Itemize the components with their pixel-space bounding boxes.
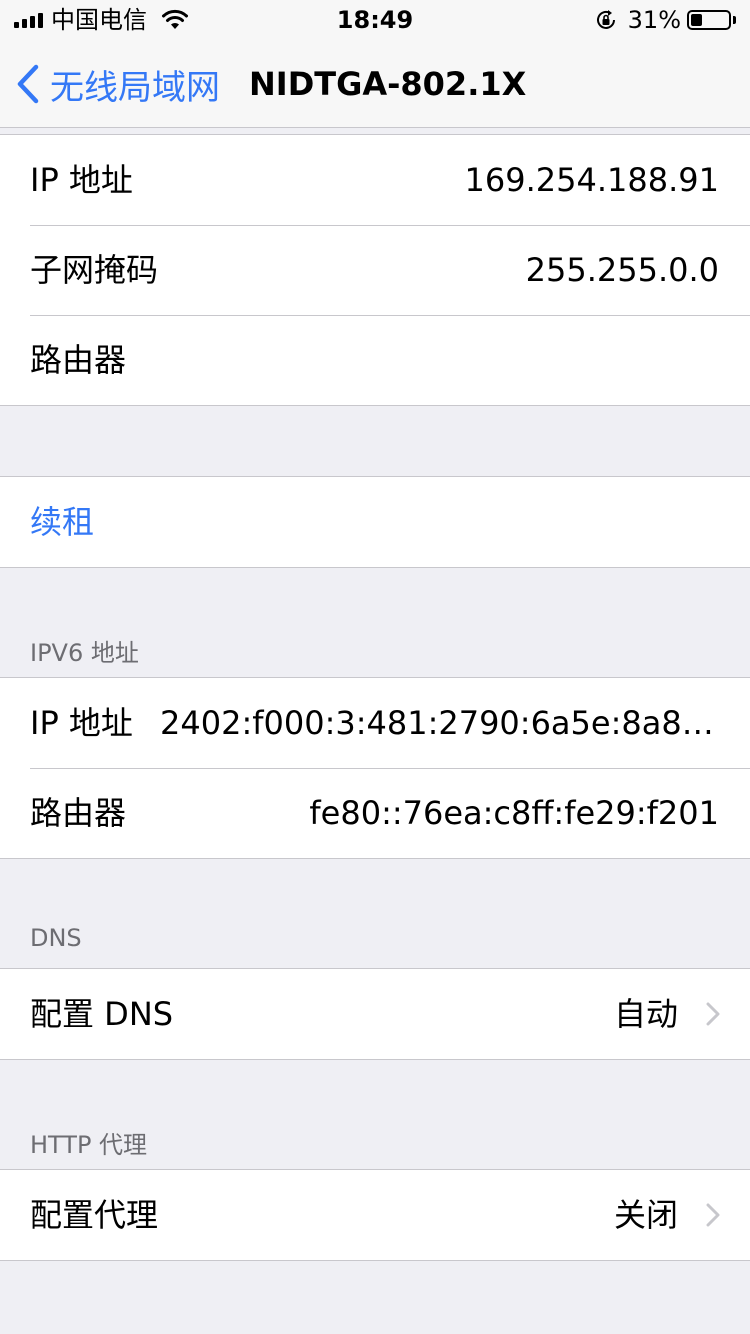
battery-level-fill (691, 14, 702, 26)
configure-dns-row[interactable]: 配置 DNS 自动 (0, 969, 750, 1059)
rotation-lock-icon (596, 10, 615, 29)
router-label: 路由器 (30, 341, 127, 379)
ipv6-ip-label: IP 地址 (30, 704, 133, 742)
ipv6-ip-value: 2402:f000:3:481:2790:6a5e:8a83:... (160, 704, 719, 742)
chevron-right-icon (706, 1203, 720, 1227)
ipv6-router-row[interactable]: 路由器 fe80::76ea:c8ff:fe29:f201 (0, 768, 750, 858)
ip-address-label: IP 地址 (30, 161, 133, 199)
battery-tip (733, 16, 736, 24)
renew-lease-label: 续租 (30, 503, 95, 541)
configure-dns-value: 自动 (613, 995, 678, 1033)
subnet-mask-row[interactable]: 子网掩码 255.255.0.0 (0, 225, 750, 315)
http-proxy-section-header: HTTP 代理 (30, 1131, 148, 1159)
ipv4-group: IP 地址 169.254.188.91 子网掩码 255.255.0.0 路由… (0, 134, 750, 406)
ipv6-ip-row[interactable]: IP 地址 2402:f000:3:481:2790:6a5e:8a83:... (0, 678, 750, 768)
battery-icon (687, 10, 731, 30)
configure-proxy-value: 关闭 (613, 1196, 678, 1234)
status-bar: 中国电信 18:49 31% (0, 0, 750, 40)
navigation-bar: 无线局域网 NIDTGA-802.1X (0, 40, 750, 128)
ipv6-router-value: fe80::76ea:c8ff:fe29:f201 (309, 794, 719, 832)
dns-group: 配置 DNS 自动 (0, 968, 750, 1060)
back-button[interactable]: 无线局域网 (16, 60, 220, 108)
http-proxy-group: 配置代理 关闭 (0, 1169, 750, 1261)
dns-section-header: DNS (30, 924, 82, 952)
router-row[interactable]: 路由器 (0, 315, 750, 405)
ipv6-router-label: 路由器 (30, 794, 127, 832)
configure-proxy-label: 配置代理 (30, 1196, 159, 1234)
page-title: NIDTGA-802.1X (249, 65, 527, 103)
status-right: 31% (594, 6, 736, 34)
ipv6-group: IP 地址 2402:f000:3:481:2790:6a5e:8a83:...… (0, 677, 750, 859)
chevron-left-icon (17, 64, 39, 104)
configure-dns-label: 配置 DNS (30, 995, 174, 1033)
subnet-mask-value: 255.255.0.0 (525, 251, 719, 289)
chevron-right-icon (706, 1002, 720, 1026)
ipv4-ip-row[interactable]: IP 地址 169.254.188.91 (0, 135, 750, 225)
battery-percent: 31% (627, 6, 681, 34)
renew-lease-button[interactable]: 续租 (0, 477, 750, 567)
renew-lease-group: 续租 (0, 476, 750, 568)
ip-address-value: 169.254.188.91 (464, 161, 719, 199)
back-label: 无线局域网 (50, 67, 220, 108)
ipv6-section-header: IPV6 地址 (30, 639, 139, 667)
configure-proxy-row[interactable]: 配置代理 关闭 (0, 1170, 750, 1260)
subnet-mask-label: 子网掩码 (30, 251, 159, 289)
